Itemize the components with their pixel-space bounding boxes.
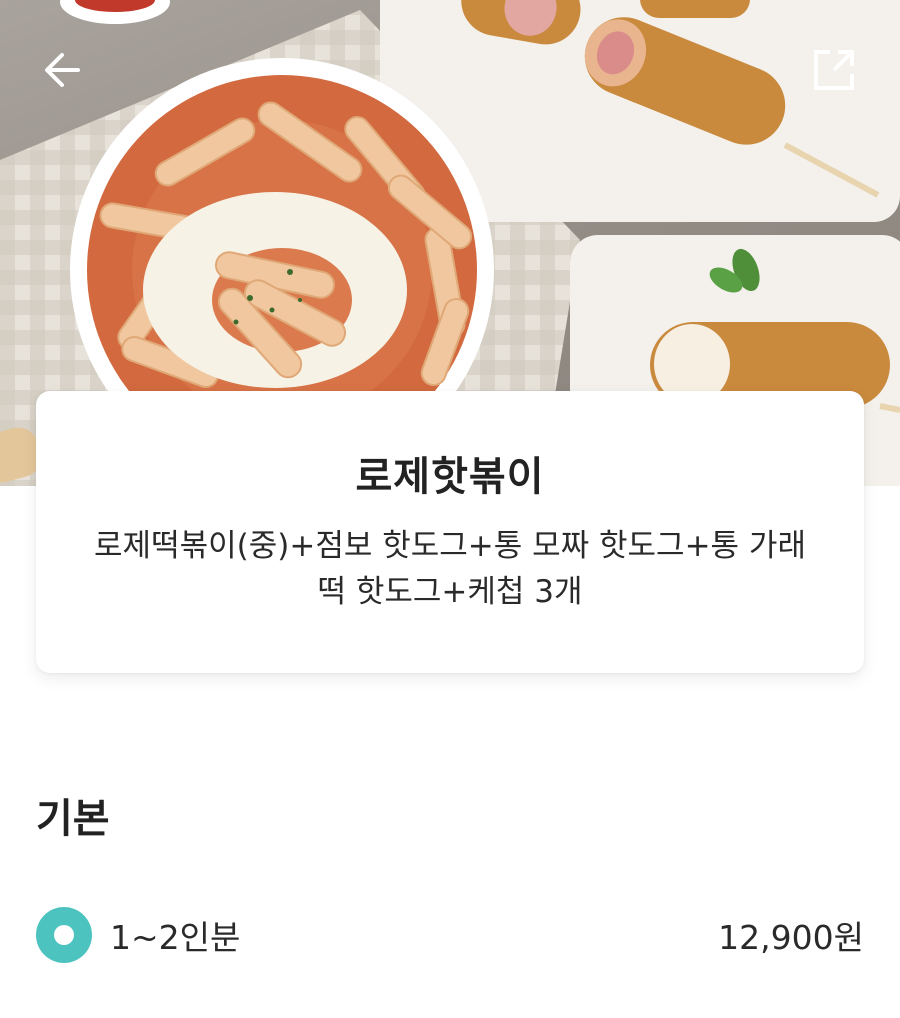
share-button[interactable] [806,42,862,98]
menu-description: 로제떡볶이(중)+점보 핫도그+통 모짜 핫도그+통 가래떡 핫도그+케첩 3개 [94,528,806,610]
menu-title: 로제핫볶이 [355,454,545,500]
menu-info-card: 로제핫볶이 로제떡볶이(중)+점보 핫도그+통 모짜 핫도그+통 가래떡 핫도그… [36,391,864,673]
radio-selected-icon[interactable] [36,907,92,963]
arrow-left-icon [45,53,80,87]
option-section-title: 기본 [36,796,110,842]
option-row-1-2-servings[interactable]: 1~2인분 12,900원 [36,906,864,964]
share-external-icon [814,50,854,90]
option-price: 12,900원 [718,918,864,957]
back-button[interactable] [34,42,90,98]
option-label: 1~2인분 [110,918,241,957]
radio-dot [54,925,74,945]
